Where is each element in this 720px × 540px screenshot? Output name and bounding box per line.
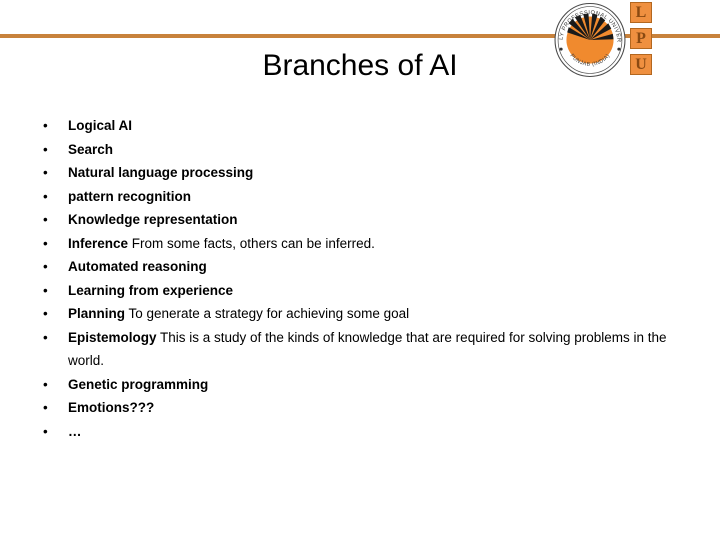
list-item-text: Search <box>68 138 678 162</box>
list-item-strong: Logical AI <box>68 118 133 133</box>
list-item-text: Planning To generate a strategy for achi… <box>68 302 678 326</box>
bullet-icon: • <box>43 376 48 392</box>
list-item-strong: Search <box>68 141 114 157</box>
list-item: • Search <box>38 138 678 162</box>
bullet-icon: • <box>43 235 48 251</box>
list-item-strong: Automated reasoning <box>68 259 207 274</box>
list-item: • Automated reasoning <box>38 255 678 279</box>
list-item-rest: From some facts, others can be inferred. <box>128 235 375 251</box>
bullet-icon: • <box>43 165 48 180</box>
bullet-icon: • <box>43 306 48 321</box>
lpu-letter-u: U <box>630 54 652 75</box>
list-item-text: Learning from experience <box>68 279 678 303</box>
bullet-icon: • <box>43 141 48 157</box>
list-item-strong: Natural language processing <box>68 165 254 180</box>
list-item-strong: Inference <box>68 235 129 251</box>
list-item-rest: This is a study of the kinds of knowledg… <box>68 329 667 369</box>
list-item-strong: pattern recognition <box>68 188 192 204</box>
list-item: • Emotions??? <box>38 396 678 420</box>
lpu-letter-l: L <box>630 2 652 23</box>
list-item: • Genetic programming <box>38 373 678 397</box>
lpu-letter-p: P <box>630 28 652 49</box>
list-item-strong: … <box>68 423 82 439</box>
bullet-icon: • <box>43 400 48 415</box>
list-item: • … <box>38 420 678 444</box>
slide: LOVELY PROFESSIONAL UNIVERSITY PUNJAB (I… <box>0 0 720 540</box>
list-item: • Planning To generate a strategy for ac… <box>38 302 678 326</box>
list-item-text: Automated reasoning <box>68 255 678 279</box>
list-item-text: Emotions??? <box>68 396 678 420</box>
bullet-icon: • <box>43 423 48 439</box>
bullet-icon: • <box>43 188 48 204</box>
bullet-icon: • <box>43 282 48 298</box>
list-item-strong: Planning <box>68 306 125 321</box>
list-item-text: … <box>68 420 678 444</box>
bullet-list: • Logical AI • Search • Natural language… <box>38 114 678 443</box>
bullet-icon: • <box>43 212 48 227</box>
list-item-text: Inference From some facts, others can be… <box>68 232 678 256</box>
lpu-letter-blocks: L P U <box>630 2 656 78</box>
list-item: • Natural language processing <box>38 161 678 185</box>
list-item-text: Logical AI <box>68 114 678 138</box>
list-item-text: pattern recognition <box>68 185 678 209</box>
list-item: • Knowledge representation <box>38 208 678 232</box>
bullet-icon: • <box>43 329 48 345</box>
list-item: • Epistemology This is a study of the ki… <box>38 326 678 373</box>
list-item: • Learning from experience <box>38 279 678 303</box>
list-item-strong: Epistemology <box>68 329 157 345</box>
list-item: • Inference From some facts, others can … <box>38 232 678 256</box>
list-item-text: Epistemology This is a study of the kind… <box>68 326 678 373</box>
list-item-strong: Learning from experience <box>68 282 234 298</box>
lpu-seal-icon: LOVELY PROFESSIONAL UNIVERSITY PUNJAB (I… <box>552 2 626 78</box>
list-item-strong: Knowledge representation <box>68 212 238 227</box>
list-item-strong: Emotions??? <box>68 400 155 415</box>
bullet-icon: • <box>43 259 48 274</box>
list-item-strong: Genetic programming <box>68 376 209 392</box>
list-item-text: Knowledge representation <box>68 208 678 232</box>
list-item-rest: To generate a strategy for achieving som… <box>125 306 410 321</box>
list-item: • Logical AI <box>38 114 678 138</box>
list-item-text: Natural language processing <box>68 161 678 185</box>
list-item: • pattern recognition <box>38 185 678 209</box>
list-item-text: Genetic programming <box>68 373 678 397</box>
bullet-icon: • <box>43 118 48 133</box>
lpu-logo: LOVELY PROFESSIONAL UNIVERSITY PUNJAB (I… <box>552 0 668 80</box>
